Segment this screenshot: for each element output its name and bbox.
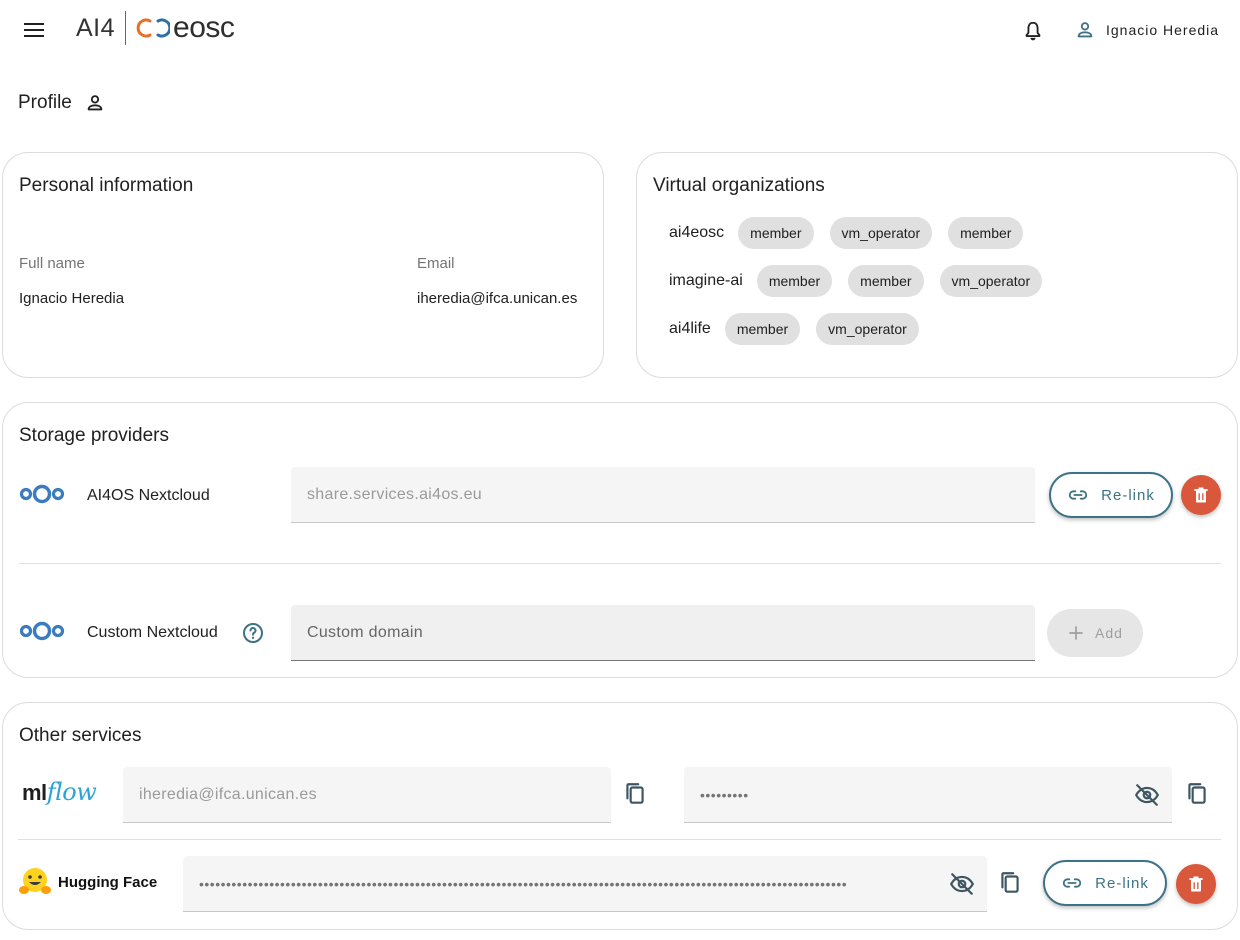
ai4os-delete-button[interactable]: [1181, 475, 1221, 515]
ai4os-relink-button[interactable]: Re-link: [1049, 472, 1173, 518]
mlflow-username-field: iheredia@ifca.unican.es: [123, 767, 611, 823]
mlflow-logo-ml: ml: [22, 780, 47, 805]
help-circle-icon[interactable]: [241, 621, 265, 645]
trash-icon: [1194, 487, 1208, 503]
nextcloud-icon: [19, 621, 65, 641]
trash-icon: [1189, 876, 1203, 892]
huggingface-name: Hugging Face: [58, 873, 158, 891]
custom-domain-placeholder: Custom domain: [307, 623, 423, 641]
vo-row-ai4eosc: ai4eosc member vm_operator member: [669, 217, 1039, 249]
email-label: Email: [417, 255, 455, 272]
eye-off-icon[interactable]: [949, 871, 975, 897]
personal-information-card: Personal information Full name Ignacio H…: [2, 152, 604, 378]
huggingface-token-value: ••••••••••••••••••••••••••••••••••••••••…: [199, 875, 848, 892]
ai4os-nextcloud-name: AI4OS Nextcloud: [87, 487, 210, 504]
mlflow-password-field: •••••••••: [684, 767, 1172, 823]
role-chip: vm_operator: [829, 217, 933, 249]
role-chip: member: [848, 265, 924, 297]
person-icon: [1077, 22, 1093, 38]
storage-divider: [19, 563, 1221, 564]
relink-label: Re-link: [1101, 486, 1155, 504]
brand-logo[interactable]: AI4 eosc: [76, 8, 235, 48]
role-chip: vm_operator: [816, 313, 919, 345]
vo-row-imagine-ai: imagine-ai member member vm_operator: [669, 265, 1058, 297]
copy-icon[interactable]: [1184, 781, 1210, 807]
menu-icon: [24, 23, 44, 37]
eye-off-icon[interactable]: [1134, 782, 1160, 808]
page-title: Profile: [18, 92, 72, 113]
add-label: Add: [1095, 625, 1123, 641]
relink-label: Re-link: [1095, 874, 1149, 892]
email-value: iheredia@ifca.unican.es: [417, 290, 578, 307]
custom-domain-input[interactable]: Custom domain: [291, 605, 1035, 661]
storage-providers-card: Storage providers AI4OS Nextcloud share.…: [2, 402, 1238, 678]
brand-ai4-text: AI4: [76, 13, 116, 42]
vo-row-ai4life: ai4life member vm_operator: [669, 313, 935, 345]
menu-button[interactable]: [20, 16, 48, 44]
full-name-label: Full name: [19, 255, 85, 272]
add-custom-nextcloud-button[interactable]: Add: [1047, 609, 1143, 657]
vo-name: imagine-ai: [669, 272, 743, 289]
copy-icon[interactable]: [622, 781, 648, 807]
user-menu-button[interactable]: Ignacio Heredia: [1074, 18, 1219, 42]
user-name: Ignacio Heredia: [1106, 22, 1220, 38]
storage-providers-title: Storage providers: [19, 425, 169, 446]
vo-name: ai4life: [669, 320, 711, 337]
link-icon: [1069, 490, 1088, 500]
vo-name: ai4eosc: [669, 224, 725, 241]
role-chip: member: [738, 217, 814, 249]
plus-icon: [1069, 626, 1083, 640]
role-chip: vm_operator: [939, 265, 1043, 297]
mlflow-logo-flow: flow: [46, 778, 97, 806]
ai4os-nextcloud-url-value: share.services.ai4os.eu: [307, 485, 482, 503]
huggingface-relink-button[interactable]: Re-link: [1043, 860, 1167, 906]
role-chip: member: [948, 217, 1024, 249]
nextcloud-icon: [19, 484, 65, 504]
brand-eosc-text: eosc: [173, 11, 235, 44]
top-bar: AI4 eosc Ignacio Heredia: [0, 0, 1240, 60]
other-services-title: Other services: [19, 725, 142, 746]
mlflow-username-value: iheredia@ifca.unican.es: [139, 785, 317, 803]
role-chip: member: [724, 313, 801, 345]
other-services-divider: [18, 839, 1221, 840]
personal-information-title: Personal information: [19, 175, 194, 196]
ai4os-nextcloud-url-field: share.services.ai4os.eu: [291, 467, 1035, 523]
huggingface-logo: Hugging Face: [18, 866, 157, 898]
page-header: Profile: [18, 92, 106, 114]
custom-nextcloud-name: Custom Nextcloud: [87, 624, 218, 641]
copy-icon[interactable]: [997, 870, 1023, 896]
eosc-logo-icon: [136, 18, 171, 38]
bell-icon: [1025, 21, 1041, 41]
mlflow-logo: ml flow: [22, 778, 97, 806]
full-name-value: Ignacio Heredia: [19, 290, 125, 307]
notifications-button[interactable]: [1022, 20, 1044, 42]
virtual-organizations-card: Virtual organizations ai4eosc member vm_…: [636, 152, 1238, 378]
brand-separator: [125, 11, 127, 45]
person-icon: [87, 95, 103, 111]
huggingface-emoji-icon: [19, 868, 51, 894]
link-icon: [1063, 878, 1082, 888]
role-chip: member: [756, 265, 833, 297]
mlflow-password-value: •••••••••: [700, 786, 749, 803]
huggingface-delete-button[interactable]: [1176, 864, 1216, 904]
virtual-organizations-title: Virtual organizations: [653, 175, 825, 196]
huggingface-token-field: ••••••••••••••••••••••••••••••••••••••••…: [183, 856, 987, 912]
